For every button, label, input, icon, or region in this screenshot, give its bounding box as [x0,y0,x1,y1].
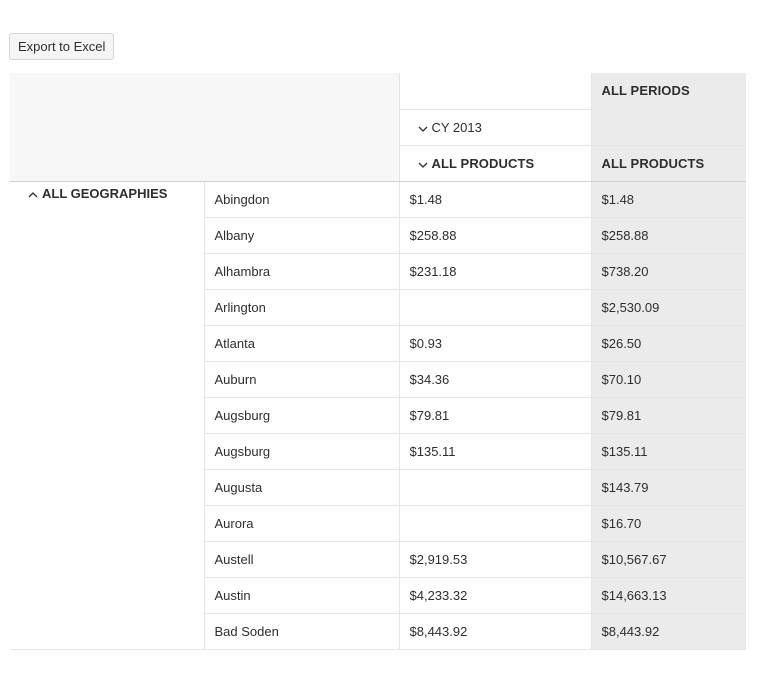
city-cell: Atlanta [203,325,399,362]
cy-2013-value-cell [398,289,591,326]
all-periods-value-cell: $16.70 [590,505,746,542]
pivot-grid: ALL PERIODS CY 2013 ALL PRODUCTS ALL PRO [10,73,746,650]
cy-2013-value-cell: $0.93 [398,325,591,362]
chevron-down-icon[interactable] [418,123,432,135]
header-empty-cell [398,73,591,110]
cy-2013-value-cell: $135.11 [398,433,591,470]
city-cell: Augusta [203,469,399,506]
cy-2013-value-cell: $231.18 [398,253,591,290]
pivot-corner [10,73,399,182]
all-periods-value-cell: $143.79 [590,469,746,506]
all-periods-value-cell: $26.50 [590,325,746,362]
row-header-all-geographies[interactable]: ALL GEOGRAPHIES [10,181,204,650]
cy-2013-value-cell: $2,919.53 [398,541,591,578]
city-cell: Abingdon [203,181,399,218]
header-all-periods: ALL PERIODS [590,73,746,146]
header-all-products-cy[interactable]: ALL PRODUCTS [398,145,591,182]
header-all-products-cy-label: ALL PRODUCTS [431,155,535,171]
cy-2013-value-cell: $34.36 [398,361,591,398]
header-all-periods-label: ALL PERIODS [601,83,690,98]
all-periods-value-cell: $135.11 [590,433,746,470]
header-row-periods: ALL PERIODS [10,73,746,182]
row-header-all-geographies-label: ALL GEOGRAPHIES [42,185,168,201]
chevron-up-icon[interactable] [28,189,42,201]
all-periods-value-cell: $258.88 [590,217,746,254]
all-periods-value-cell: $10,567.67 [590,541,746,578]
table-row: ALL GEOGRAPHIES Abingdon $1.48 $1.48 [10,181,746,650]
all-periods-value-cell: $738.20 [590,253,746,290]
pivot-page: Export to Excel ALL PERIODS CY 2013 ALL … [0,0,757,700]
city-cell: Albany [203,217,399,254]
city-cell: Bad Soden [203,613,399,650]
cy-2013-value-cell: $79.81 [398,397,591,434]
cy-2013-value-cell: $4,233.32 [398,577,591,614]
header-all-products-total: ALL PRODUCTS [590,145,746,182]
all-periods-value-cell: $14,663.13 [590,577,746,614]
all-periods-value-cell: $79.81 [590,397,746,434]
header-all-products-total-label: ALL PRODUCTS [601,155,705,171]
cy-2013-value-cell: $8,443.92 [398,613,591,650]
city-cell: Auburn [203,361,399,398]
city-cell: Augsburg [203,397,399,434]
cy-2013-value-cell: $258.88 [398,217,591,254]
export-to-excel-button[interactable]: Export to Excel [9,33,115,60]
city-cell: Augsburg [203,433,399,470]
city-cell: Alhambra [203,253,399,290]
header-cy-2013-label: CY 2013 [431,119,482,135]
city-cell: Austell [203,541,399,578]
header-cy-2013[interactable]: CY 2013 [398,109,591,146]
all-periods-value-cell: $2,530.09 [590,289,746,326]
city-cell: Austin [203,577,399,614]
cy-2013-value-cell [398,469,591,506]
cy-2013-value-cell: $1.48 [398,181,591,218]
chevron-down-icon[interactable] [418,159,432,171]
all-periods-value-cell: $70.10 [590,361,746,398]
all-periods-value-cell: $1.48 [590,181,746,218]
city-cell: Arlington [203,289,399,326]
all-periods-value-cell: $8,443.92 [590,613,746,650]
cy-2013-value-cell [398,505,591,542]
city-cell: Aurora [203,505,399,542]
